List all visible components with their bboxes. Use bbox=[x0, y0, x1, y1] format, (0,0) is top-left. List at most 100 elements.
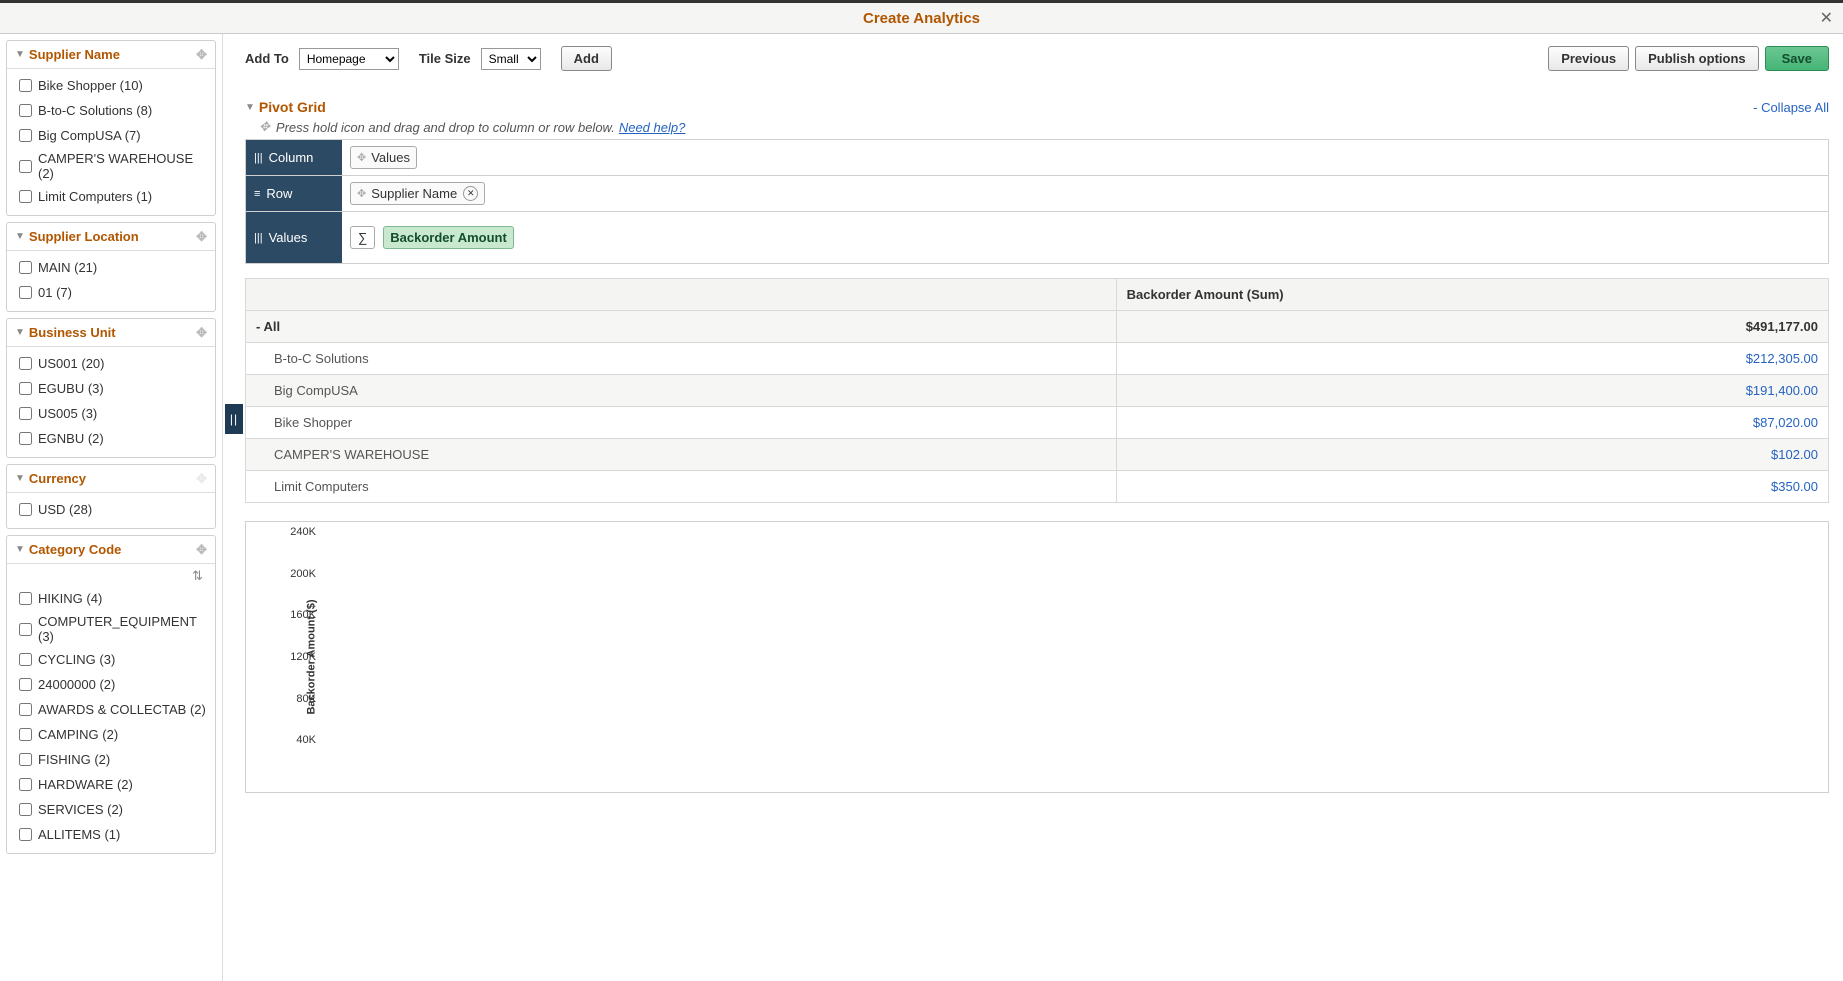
filter-item[interactable]: SERVICES (2) bbox=[15, 797, 207, 822]
move-icon[interactable]: ✥ bbox=[357, 187, 366, 200]
table-row[interactable]: B-to-C Solutions$212,305.00 bbox=[246, 343, 1829, 375]
filter-item[interactable]: US001 (20) bbox=[15, 351, 207, 376]
pivot-column-dropzone[interactable]: ✥ Values bbox=[342, 140, 1828, 175]
chip-backorder-amount[interactable]: Backorder Amount bbox=[383, 226, 514, 249]
filter-item-label: US001 (20) bbox=[38, 356, 104, 371]
filter-checkbox[interactable] bbox=[19, 382, 32, 395]
filter-header[interactable]: ▼Supplier Name✥ bbox=[7, 41, 215, 69]
filter-header[interactable]: ▼Business Unit✥ bbox=[7, 319, 215, 347]
previous-button[interactable]: Previous bbox=[1548, 46, 1629, 71]
filter-item[interactable]: US005 (3) bbox=[15, 401, 207, 426]
filter-item[interactable]: Bike Shopper (10) bbox=[15, 73, 207, 98]
caret-down-icon[interactable]: ▼ bbox=[245, 102, 255, 113]
filter-header[interactable]: ▼Supplier Location✥ bbox=[7, 223, 215, 251]
filter-item[interactable]: HIKING (4) bbox=[15, 586, 207, 611]
filter-item[interactable]: AWARDS & COLLECTAB (2) bbox=[15, 697, 207, 722]
table-row[interactable]: Big CompUSA$191,400.00 bbox=[246, 375, 1829, 407]
filter-checkbox[interactable] bbox=[19, 190, 32, 203]
tile-size-select[interactable]: Small bbox=[481, 48, 541, 70]
drag-icon[interactable]: ✥ bbox=[196, 542, 207, 558]
filter-checkbox[interactable] bbox=[19, 407, 32, 420]
filter-item-label: Big CompUSA (7) bbox=[38, 128, 141, 143]
table-row-all[interactable]: - All$491,177.00 bbox=[246, 311, 1829, 343]
filter-header[interactable]: ▼Currency✥ bbox=[7, 465, 215, 493]
row-value[interactable]: $350.00 bbox=[1116, 471, 1828, 503]
filter-checkbox[interactable] bbox=[19, 753, 32, 766]
filter-sidebar[interactable]: ▼Supplier Name✥ Bike Shopper (10)B-to-C S… bbox=[0, 34, 223, 981]
row-value[interactable]: $191,400.00 bbox=[1116, 375, 1828, 407]
filter-checkbox[interactable] bbox=[19, 623, 32, 636]
move-icon[interactable]: ✥ bbox=[357, 151, 366, 164]
filter-checkbox[interactable] bbox=[19, 160, 32, 173]
filter-item[interactable]: USD (28) bbox=[15, 497, 207, 522]
filter-item[interactable]: B-to-C Solutions (8) bbox=[15, 98, 207, 123]
row-value[interactable]: $87,020.00 bbox=[1116, 407, 1828, 439]
sidebar-collapse-handle[interactable]: || bbox=[225, 404, 243, 434]
table-row[interactable]: Limit Computers$350.00 bbox=[246, 471, 1829, 503]
drag-icon[interactable]: ✥ bbox=[196, 229, 207, 245]
filter-body: USD (28) bbox=[7, 493, 215, 528]
filter-checkbox[interactable] bbox=[19, 104, 32, 117]
filter-item[interactable]: EGNBU (2) bbox=[15, 426, 207, 451]
row-value[interactable]: $491,177.00 bbox=[1116, 311, 1828, 343]
filter-item[interactable]: Limit Computers (1) bbox=[15, 184, 207, 209]
table-header-value[interactable]: Backorder Amount (Sum) bbox=[1116, 279, 1828, 311]
need-help-link[interactable]: Need help? bbox=[619, 120, 686, 135]
row-value[interactable]: $102.00 bbox=[1116, 439, 1828, 471]
filter-checkbox[interactable] bbox=[19, 432, 32, 445]
filter-item[interactable]: MAIN (21) bbox=[15, 255, 207, 280]
filter-item-label: 24000000 (2) bbox=[38, 677, 115, 692]
drag-icon[interactable]: ✥ bbox=[196, 47, 207, 63]
filter-checkbox[interactable] bbox=[19, 728, 32, 741]
add-button[interactable]: Add bbox=[561, 46, 612, 71]
sigma-icon[interactable]: ∑ bbox=[350, 226, 375, 249]
filter-checkbox[interactable] bbox=[19, 129, 32, 142]
filter-item[interactable]: FISHING (2) bbox=[15, 747, 207, 772]
filter-checkbox[interactable] bbox=[19, 357, 32, 370]
close-icon[interactable]: ✕ bbox=[1820, 8, 1833, 28]
filter-item[interactable]: CAMPING (2) bbox=[15, 722, 207, 747]
filter-checkbox[interactable] bbox=[19, 678, 32, 691]
filter-checkbox[interactable] bbox=[19, 79, 32, 92]
filter-title: Currency bbox=[29, 471, 86, 486]
chip-supplier-name[interactable]: ✥ Supplier Name ✕ bbox=[350, 182, 485, 205]
filter-body: ⇅HIKING (4)COMPUTER_EQUIPMENT (3)CYCLING… bbox=[7, 564, 215, 853]
add-to-select[interactable]: Homepage bbox=[299, 48, 399, 70]
filter-checkbox[interactable] bbox=[19, 653, 32, 666]
filter-item[interactable]: ALLITEMS (1) bbox=[15, 822, 207, 847]
filter-item[interactable]: EGUBU (3) bbox=[15, 376, 207, 401]
save-button[interactable]: Save bbox=[1765, 46, 1829, 71]
filter-checkbox[interactable] bbox=[19, 828, 32, 841]
filter-checkbox[interactable] bbox=[19, 503, 32, 516]
filter-item[interactable]: CYCLING (3) bbox=[15, 647, 207, 672]
publish-options-button[interactable]: Publish options bbox=[1635, 46, 1759, 71]
row-label: Big CompUSA bbox=[246, 375, 1117, 407]
filter-checkbox[interactable] bbox=[19, 261, 32, 274]
table-row[interactable]: Bike Shopper$87,020.00 bbox=[246, 407, 1829, 439]
pivot-row-dropzone[interactable]: ✥ Supplier Name ✕ bbox=[342, 176, 1828, 211]
chip-values[interactable]: ✥ Values bbox=[350, 146, 417, 169]
sort-icon[interactable]: ⇅ bbox=[192, 568, 207, 586]
filter-item[interactable]: Big CompUSA (7) bbox=[15, 123, 207, 148]
filter-header[interactable]: ▼Category Code✥ bbox=[7, 536, 215, 564]
filter-checkbox[interactable] bbox=[19, 703, 32, 716]
filter-checkbox[interactable] bbox=[19, 286, 32, 299]
filter-item[interactable]: COMPUTER_EQUIPMENT (3) bbox=[15, 611, 207, 647]
filter-item[interactable]: 01 (7) bbox=[15, 280, 207, 305]
pivot-values-dropzone[interactable]: ∑ Backorder Amount bbox=[342, 212, 1828, 263]
filter-item[interactable]: CAMPER'S WAREHOUSE (2) bbox=[15, 148, 207, 184]
chart-ytick: 240K bbox=[286, 526, 316, 538]
filter-group: ▼Supplier Name✥ Bike Shopper (10)B-to-C S… bbox=[6, 40, 216, 216]
remove-chip-icon[interactable]: ✕ bbox=[463, 186, 478, 201]
row-value[interactable]: $212,305.00 bbox=[1116, 343, 1828, 375]
filter-item[interactable]: HARDWARE (2) bbox=[15, 772, 207, 797]
filter-item[interactable]: 24000000 (2) bbox=[15, 672, 207, 697]
caret-down-icon: ▼ bbox=[15, 231, 25, 242]
filter-checkbox[interactable] bbox=[19, 803, 32, 816]
collapse-all-link[interactable]: - Collapse All bbox=[1753, 100, 1829, 115]
filter-checkbox[interactable] bbox=[19, 592, 32, 605]
filter-checkbox[interactable] bbox=[19, 778, 32, 791]
title-bar: Create Analytics ✕ bbox=[0, 3, 1843, 34]
drag-icon[interactable]: ✥ bbox=[196, 325, 207, 341]
table-row[interactable]: CAMPER'S WAREHOUSE$102.00 bbox=[246, 439, 1829, 471]
